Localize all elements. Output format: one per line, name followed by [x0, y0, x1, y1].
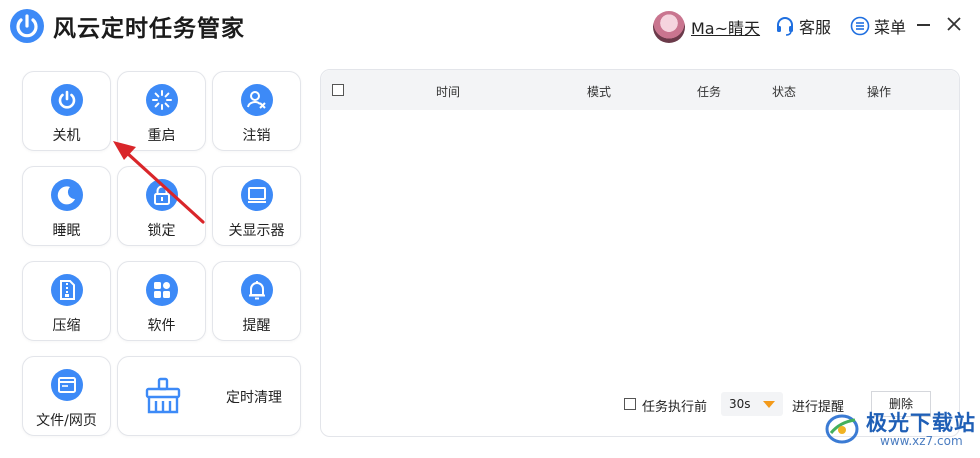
watermark-name: 极光下载站: [866, 411, 976, 435]
tile-shutdown[interactable]: 关机: [22, 71, 111, 151]
tile-sleep[interactable]: 睡眠: [22, 166, 111, 246]
tile-monitor-off[interactable]: 关显示器: [212, 166, 301, 246]
task-table: 时间 模式 任务 状态 操作: [320, 69, 960, 437]
table-header: 时间 模式 任务 状态 操作: [321, 70, 959, 110]
lock-icon: [145, 179, 178, 211]
watermark-url: www.xz7.com: [880, 434, 963, 448]
broom-icon: [145, 377, 181, 414]
logout-user-icon: [240, 84, 273, 116]
remind-before-label: 任务执行前: [642, 400, 708, 415]
tile-label: 锁定: [147, 223, 176, 239]
menu-button[interactable]: 菜单: [850, 14, 906, 38]
tile-label: 睡眠: [52, 223, 81, 239]
support-label: 客服: [799, 18, 832, 37]
archive-icon: [50, 274, 83, 306]
dropdown-arrow-icon: [763, 401, 775, 408]
column-header-time: 时间: [436, 85, 461, 99]
tile-label: 重启: [147, 128, 176, 144]
close-icon[interactable]: [946, 16, 962, 32]
username-link[interactable]: Ma~睛天: [691, 15, 760, 39]
tile-label: 压缩: [52, 318, 81, 334]
user-avatar[interactable]: [653, 11, 685, 43]
column-header-task: 任务: [697, 85, 722, 99]
tile-scheduled-cleanup[interactable]: 定时清理: [117, 356, 301, 436]
tile-file-webpage[interactable]: 文件/网页: [22, 356, 111, 436]
tile-label: 定时清理: [226, 390, 282, 406]
remind-before-checkbox[interactable]: [624, 398, 636, 410]
restart-icon: [145, 84, 178, 116]
watermark: 极光下载站 www.xz7.com: [818, 402, 978, 456]
tile-label: 关机: [52, 128, 81, 144]
title-bar: 风云定时任务管家 Ma~睛天 客服 菜单: [0, 0, 980, 56]
menu-label: 菜单: [874, 18, 907, 37]
tile-label: 注销: [242, 128, 271, 144]
minimize-button[interactable]: [917, 24, 930, 26]
remind-interval-value: 30s: [729, 397, 751, 411]
select-all-checkbox[interactable]: [332, 84, 344, 96]
app-logo-power-icon: [10, 9, 44, 43]
tile-label: 提醒: [242, 318, 271, 334]
tile-reminder[interactable]: 提醒: [212, 261, 301, 341]
tile-compress[interactable]: 压缩: [22, 261, 111, 341]
column-header-status: 状态: [772, 85, 797, 99]
column-header-mode: 模式: [587, 85, 612, 99]
bell-icon: [240, 274, 273, 306]
remind-interval-select[interactable]: 30s: [721, 392, 783, 416]
browser-window-icon: [50, 369, 83, 401]
moon-icon: [50, 179, 83, 211]
apps-icon: [145, 274, 178, 306]
tile-label: 关显示器: [228, 223, 285, 239]
tile-logout[interactable]: 注销: [212, 71, 301, 151]
watermark-logo-icon: [825, 414, 859, 444]
tile-label: 文件/网页: [36, 413, 97, 429]
tile-label: 软件: [147, 318, 176, 334]
menu-list-icon: [850, 16, 870, 36]
headset-icon: [777, 17, 793, 36]
tile-lock[interactable]: 锁定: [117, 166, 206, 246]
support-button[interactable]: 客服: [775, 14, 831, 38]
tile-software[interactable]: 软件: [117, 261, 206, 341]
monitor-icon: [240, 179, 273, 211]
column-header-action: 操作: [867, 85, 892, 99]
app-title: 风云定时任务管家: [53, 16, 245, 42]
power-icon: [50, 84, 83, 116]
tile-restart[interactable]: 重启: [117, 71, 206, 151]
